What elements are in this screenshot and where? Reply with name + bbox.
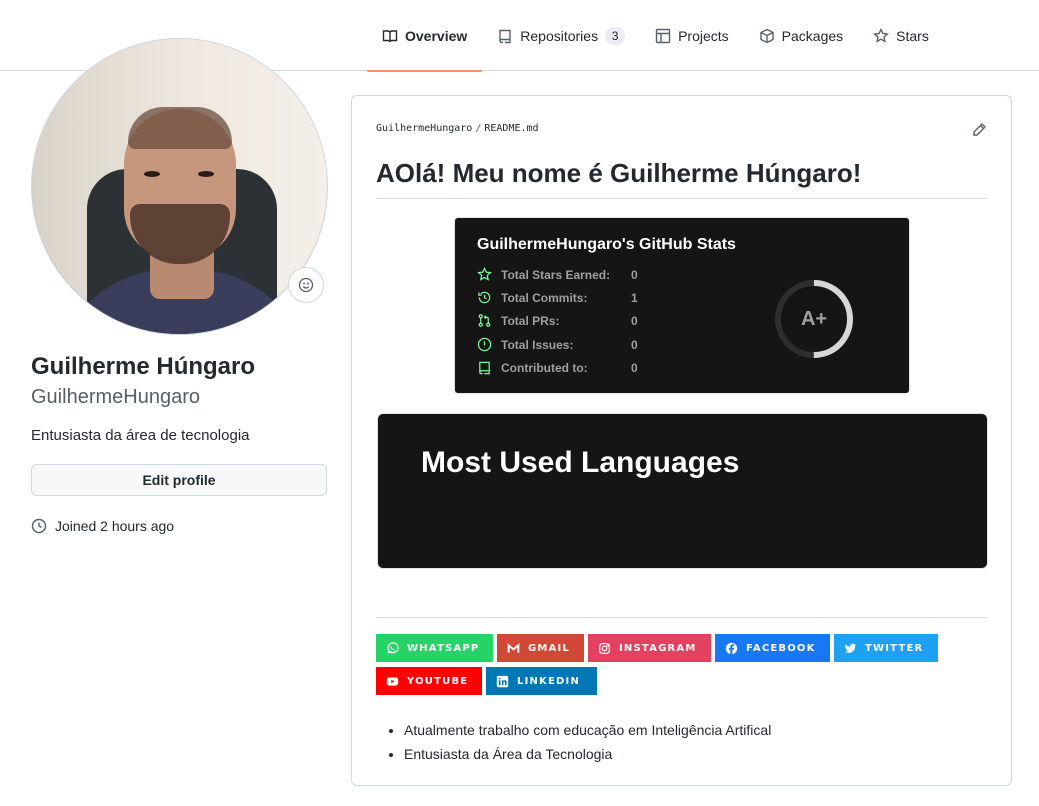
package-icon (759, 28, 774, 43)
tab-projects-label: Projects (678, 27, 729, 44)
tab-stars[interactable]: Stars (858, 0, 944, 71)
stat-value: 0 (631, 360, 638, 375)
youtube-badge[interactable]: YOUTUBE (376, 667, 482, 695)
book-icon (382, 29, 398, 42)
badge-label: LINKEDIN (517, 675, 581, 687)
youtube-icon (386, 676, 399, 686)
tab-packages-label: Packages (781, 27, 844, 44)
badge-label: YOUTUBE (407, 675, 469, 687)
profile-username: GuilhermeHungaro (31, 386, 200, 408)
profile-bio: Entusiasta da área de tecnologia (31, 427, 250, 444)
stat-row: Total PRs: 0 (477, 313, 638, 328)
whatsapp-icon (387, 641, 399, 653)
instagram-badge[interactable]: INSTAGRAM (588, 634, 711, 662)
stat-value: 0 (631, 337, 638, 352)
languages-title: Most Used Languages (421, 446, 740, 479)
facebook-badge[interactable]: FACEBOOK (715, 634, 830, 662)
stat-row: Total Stars Earned: 0 (477, 267, 638, 282)
list-item: Entusiasta da Área da Tecnologia (404, 742, 771, 766)
star-icon (873, 27, 890, 43)
history-icon (478, 291, 491, 304)
badge-label: INSTAGRAM (619, 642, 697, 654)
badge-label: GMAIL (528, 642, 570, 654)
linkedin-icon (496, 675, 509, 687)
readme-owner-link[interactable]: GuilhermeHungaro (376, 123, 472, 134)
badge-label: TWITTER (865, 642, 924, 654)
readme-file-link[interactable]: README.md (484, 123, 538, 134)
stat-label: Total Stars Earned: (501, 267, 611, 282)
badge-label: FACEBOOK (746, 642, 816, 654)
edit-profile-button[interactable]: Edit profile (31, 464, 327, 496)
tab-projects[interactable]: Projects (640, 0, 744, 71)
readme-path: GuilhermeHungaro / README.md (376, 123, 539, 134)
stat-value: 1 (631, 290, 638, 305)
stat-row: Total Commits: 1 (477, 290, 638, 305)
stat-label: Total Commits: (501, 290, 588, 305)
readme-box: GuilhermeHungaro / README.md AOlá! Meu nom… (351, 95, 1012, 786)
gmail-badge[interactable]: GMAIL (497, 634, 584, 662)
most-used-languages-card[interactable]: Most Used Languages (377, 413, 988, 569)
repo-icon (479, 361, 490, 375)
instagram-icon (598, 642, 611, 654)
clock-icon (31, 518, 47, 534)
issue-icon (477, 337, 492, 352)
stats-title: GuilhermeHungaro's GitHub Stats (477, 236, 736, 253)
stat-row: Total Issues: 0 (477, 337, 638, 352)
readme-bullet-list: Atualmente trabalho com educação em Inte… (404, 718, 771, 766)
smiley-icon (298, 277, 314, 293)
facebook-icon (725, 642, 738, 654)
tab-overview[interactable]: Overview (367, 0, 483, 72)
badge-label: WHATSAPP (407, 642, 480, 654)
stat-value: 0 (631, 267, 638, 282)
repo-icon (499, 29, 511, 43)
pull-request-icon (478, 314, 491, 327)
stat-label: Total Issues: (501, 337, 574, 352)
whatsapp-badge[interactable]: WHATSAPP (376, 634, 493, 662)
readme-path-separator: / (475, 123, 482, 134)
tab-overview-label: Overview (405, 27, 468, 44)
stat-row: Contributed to: 0 (477, 360, 638, 375)
joined-text: Joined 2 hours ago (55, 518, 175, 534)
edit-readme-button[interactable] (971, 122, 989, 140)
stat-value: 0 (631, 313, 638, 328)
github-stats-card[interactable]: GuilhermeHungaro's GitHub Stats Total St… (454, 217, 910, 394)
tab-stars-label: Stars (896, 27, 929, 44)
twitter-icon (844, 643, 857, 653)
tab-repositories-label: Repositories (520, 27, 599, 44)
rank-grade: A+ (800, 307, 828, 330)
linkedin-badge[interactable]: LINKEDIN (486, 667, 597, 695)
tab-repositories[interactable]: Repositories 3 (482, 0, 640, 71)
pencil-icon (973, 123, 986, 136)
section-divider (376, 617, 987, 618)
table-icon (655, 28, 671, 43)
tab-packages[interactable]: Packages (744, 0, 858, 71)
avatar[interactable] (31, 38, 328, 335)
profile-name: Guilherme Húngaro (31, 353, 256, 380)
repositories-counter: 3 (605, 26, 626, 45)
star-icon (477, 267, 492, 281)
tab-list: Overview Repositories 3 Projects Package… (367, 0, 944, 72)
readme-heading: AOlá! Meu nome é Guilherme Húngaro! (376, 158, 987, 199)
set-status-button[interactable] (288, 267, 324, 303)
stat-label: Contributed to: (501, 360, 588, 375)
stat-label: Total PRs: (501, 313, 560, 328)
gmail-icon (507, 642, 520, 653)
list-item: Atualmente trabalho com educação em Inte… (404, 718, 771, 742)
rank-circle: A+ (773, 278, 855, 360)
avatar-container (31, 38, 328, 335)
joined-info: Joined 2 hours ago (31, 518, 174, 534)
twitter-badge[interactable]: TWITTER (834, 634, 938, 662)
